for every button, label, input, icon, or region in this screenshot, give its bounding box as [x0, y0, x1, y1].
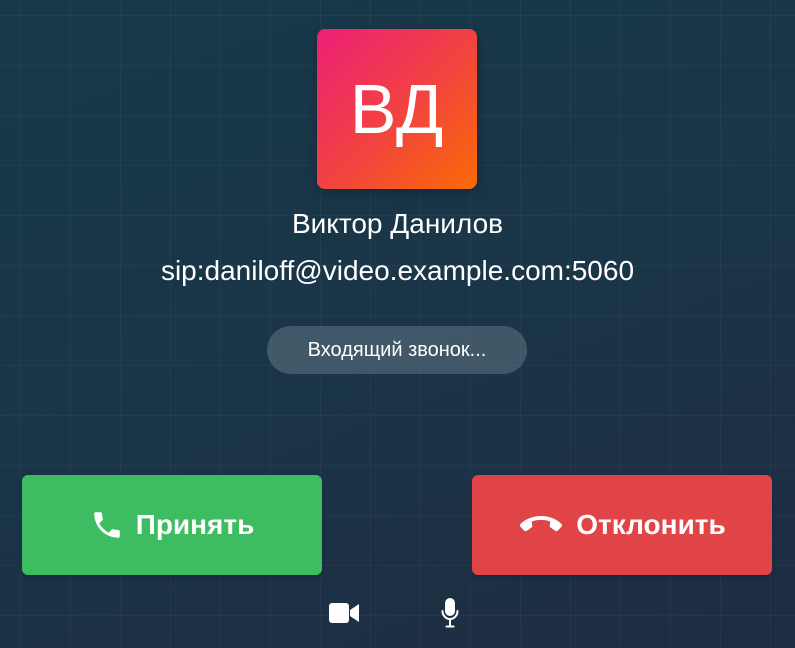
call-status-text: Входящий звонок... [307, 338, 487, 361]
decline-call-label: Отклонить [576, 509, 726, 540]
phone-icon [90, 508, 124, 542]
microphone-icon[interactable] [437, 597, 463, 629]
decline-call-button[interactable]: Отклонить [472, 475, 772, 575]
accept-call-button[interactable]: Принять [22, 475, 322, 575]
phone-hangup-icon [518, 510, 564, 540]
caller-name: Виктор Данилов [291, 208, 504, 239]
incoming-call-screen: ВД Виктор Данилов sip:daniloff@video.exa… [0, 0, 795, 648]
avatar-initials: ВД [349, 70, 445, 148]
video-camera-icon[interactable] [326, 597, 362, 629]
caller-sip-address: sip:daniloff@video.example.com:5060 [160, 255, 635, 286]
call-status-badge: Входящий звонок... [267, 326, 527, 374]
caller-avatar: ВД [317, 29, 477, 189]
accept-call-label: Принять [135, 509, 255, 540]
